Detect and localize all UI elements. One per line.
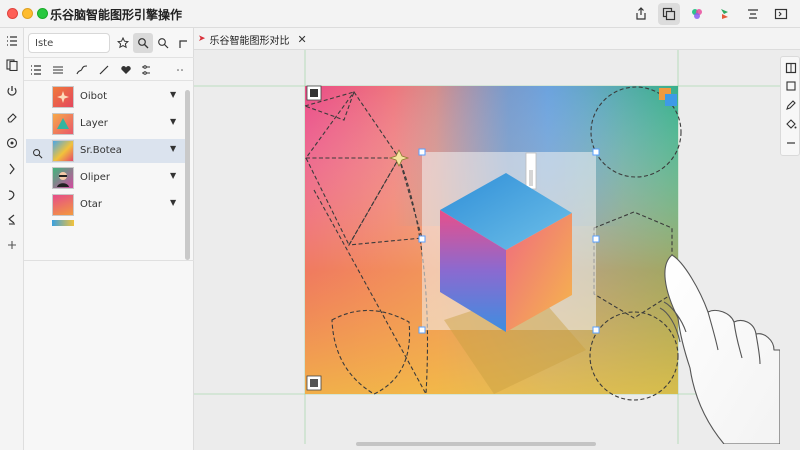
- chevron-down-icon[interactable]: ▼: [170, 117, 176, 126]
- paint-bucket-icon[interactable]: [783, 116, 799, 132]
- chevron-left-icon[interactable]: [2, 209, 22, 229]
- align-icon[interactable]: [742, 3, 764, 25]
- search-icon: [32, 144, 43, 163]
- star-icon[interactable]: [113, 33, 133, 53]
- corner-icon[interactable]: [173, 33, 193, 53]
- panel-divider: [24, 260, 194, 261]
- more-icon[interactable]: [170, 60, 190, 80]
- pages-icon[interactable]: [2, 55, 22, 75]
- menu-icon[interactable]: [48, 60, 68, 80]
- search-input[interactable]: [28, 33, 110, 53]
- layer-item[interactable]: Oibot ▼: [26, 85, 186, 109]
- app-title: 乐谷脑智能图形引擎操作: [50, 8, 183, 22]
- color-icon[interactable]: [686, 3, 708, 25]
- panel-tool-row: [24, 57, 194, 81]
- star-thumbnail: [52, 86, 74, 108]
- search-icon[interactable]: [133, 33, 153, 53]
- power-icon[interactable]: [2, 81, 22, 101]
- list-icon[interactable]: [2, 31, 22, 51]
- curve-icon[interactable]: [2, 185, 22, 205]
- heart-icon[interactable]: [116, 60, 136, 80]
- layer-label: Otar: [80, 199, 103, 210]
- pen-icon[interactable]: [72, 60, 92, 80]
- left-rail: [0, 28, 24, 450]
- layers-icon[interactable]: [714, 3, 736, 25]
- artboard-svg: [194, 50, 780, 444]
- chevron-right-icon[interactable]: [2, 159, 22, 179]
- list-view-icon[interactable]: [26, 60, 46, 80]
- portrait-thumbnail: [52, 167, 74, 189]
- canvas[interactable]: [194, 50, 780, 444]
- title-bar: 乐谷脑智能图形引擎操作: [0, 0, 800, 28]
- layers-panel: Oibot ▼ Layer ▼ Sr.Botea ▼ Oliper ▼: [24, 28, 194, 450]
- close-tab-icon[interactable]: ✕: [298, 33, 307, 46]
- chevron-down-icon[interactable]: ▼: [170, 90, 176, 99]
- document-tab[interactable]: ➤ 乐谷智能图形对比 ✕: [198, 30, 307, 48]
- layer-label: Oibot: [80, 91, 108, 102]
- duplicate-icon[interactable]: [658, 3, 680, 25]
- title-toolbar: [630, 3, 792, 25]
- target-icon[interactable]: [2, 133, 22, 153]
- chevron-down-icon[interactable]: ▼: [170, 144, 176, 153]
- rectangle-icon[interactable]: [783, 78, 799, 94]
- chevron-down-icon[interactable]: ▼: [170, 171, 176, 180]
- panel-search-row: [26, 32, 192, 54]
- layer-label: Oliper: [80, 172, 111, 183]
- close-window-button[interactable]: [7, 8, 18, 19]
- share-icon[interactable]: [630, 3, 652, 25]
- layer-label: Layer: [80, 118, 108, 129]
- layer-item[interactable]: Oliper ▼: [26, 166, 186, 190]
- layer-label: Sr.Botea: [80, 145, 122, 156]
- pencil-icon[interactable]: [783, 97, 799, 113]
- panel-scrollbar[interactable]: [185, 90, 190, 260]
- document-icon: ➤: [198, 34, 206, 44]
- chevron-down-icon[interactable]: ▼: [170, 198, 176, 207]
- zoom-window-button[interactable]: [37, 8, 48, 19]
- add-icon[interactable]: [2, 235, 22, 255]
- abstract-thumbnail: [52, 140, 74, 162]
- search-alt-icon[interactable]: [153, 33, 173, 53]
- sidebar-icon[interactable]: [770, 3, 792, 25]
- canvas-horizontal-scrollbar[interactable]: [356, 442, 596, 446]
- line-icon[interactable]: [94, 60, 114, 80]
- layer-item[interactable]: Otar ▼: [26, 193, 186, 217]
- right-toolbar: [780, 56, 800, 156]
- gradient-thumbnail: [52, 194, 74, 216]
- partial-layer-thumbnail: [52, 220, 74, 226]
- eraser-icon[interactable]: [2, 107, 22, 127]
- frame-icon[interactable]: [783, 60, 799, 76]
- triangle-thumbnail: [52, 113, 74, 135]
- document-tab-label: 乐谷智能图形对比: [209, 35, 290, 47]
- settings-icon[interactable]: [136, 60, 156, 80]
- minimize-window-button[interactable]: [22, 8, 33, 19]
- layer-item-selected[interactable]: Sr.Botea ▼: [26, 139, 186, 163]
- minus-icon[interactable]: [783, 135, 799, 151]
- document-tab-bar: ➤ 乐谷智能图形对比 ✕: [194, 28, 800, 50]
- layer-item[interactable]: Layer ▼: [26, 112, 186, 136]
